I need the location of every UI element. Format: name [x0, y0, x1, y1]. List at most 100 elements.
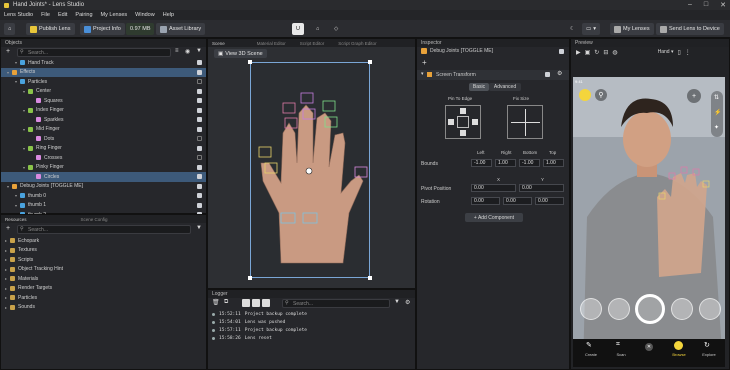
add-object-icon[interactable]: +	[6, 48, 10, 55]
filter-icon[interactable]: ▼	[196, 225, 202, 231]
tree-item-checkbox[interactable]	[197, 155, 202, 160]
objects-search-input[interactable]: Search...	[17, 48, 171, 57]
tree-item[interactable]: Crosses	[1, 153, 206, 163]
device-dropdown[interactable]: ▭ ▾	[582, 23, 600, 35]
component-enabled-checkbox[interactable]	[545, 72, 550, 77]
search-icon[interactable]: ⚲	[595, 89, 607, 101]
tree-item-checkbox[interactable]	[197, 193, 202, 198]
lens-carousel-item[interactable]	[608, 298, 630, 320]
scene-canvas[interactable]	[250, 62, 370, 278]
maximize-icon[interactable]: □	[704, 1, 708, 9]
nav-create[interactable]: Create	[579, 352, 603, 357]
tree-item-checkbox[interactable]	[197, 183, 202, 189]
nav-scan[interactable]: Scan	[609, 352, 633, 357]
menu-lens-studio[interactable]: Lens Studio	[4, 12, 33, 18]
tree-item[interactable]: ▾ Debug Joints [TOGGLE ME]	[1, 182, 206, 192]
home-scene-button[interactable]: ⌂	[312, 23, 323, 35]
tree-item-checkbox[interactable]	[197, 88, 202, 94]
tree-item[interactable]: Dots	[1, 134, 206, 144]
tree-item-checkbox[interactable]	[197, 126, 202, 132]
my-lenses-button[interactable]: My Lenses	[610, 23, 654, 35]
tree-item-checkbox[interactable]	[197, 164, 202, 170]
bounds-top-field[interactable]: 1.00	[543, 159, 564, 167]
add-icon[interactable]: +	[422, 58, 427, 67]
resource-folder[interactable]: ▸ Echopark	[1, 236, 206, 246]
component-header[interactable]: ▾ Screen Transform ⚙	[417, 70, 569, 80]
info-filter-icon[interactable]	[242, 299, 250, 307]
tab-resources[interactable]: Resources	[5, 217, 27, 222]
pivot-marker[interactable]	[305, 167, 313, 175]
tree-item[interactable]: ▾ Center	[1, 87, 206, 97]
menu-file[interactable]: File	[41, 12, 50, 18]
resize-handle[interactable]	[368, 60, 372, 64]
tree-item[interactable]: ▾ Particles	[1, 77, 206, 87]
lens-carousel-item[interactable]	[671, 298, 693, 320]
eye-icon[interactable]: ◉	[185, 48, 190, 55]
flash-icon[interactable]: ⚡	[714, 109, 721, 116]
nav-browse[interactable]: Browse	[667, 352, 691, 357]
pin-to-edge-widget[interactable]	[445, 105, 481, 139]
resize-handle[interactable]	[248, 60, 252, 64]
tab-script-graph-editor[interactable]: Script Graph Editor	[338, 41, 376, 46]
view-3d-scene-button[interactable]: ▣ View 3D Scene	[214, 49, 267, 58]
publish-lens-button[interactable]: Publish Lens	[26, 23, 75, 35]
tree-item[interactable]: Circles	[1, 172, 206, 182]
tree-item[interactable]: ▾ thumb 1	[1, 201, 206, 211]
gear-icon[interactable]: ⚙	[557, 70, 562, 77]
play-icon[interactable]: ▶	[576, 49, 581, 56]
tree-item-checkbox[interactable]	[197, 60, 202, 65]
preview-toggle-button[interactable]: ◇	[330, 23, 342, 35]
snap-button[interactable]: U	[292, 23, 304, 35]
tab-scene-config[interactable]: Scene Config	[81, 217, 108, 222]
inspector-object-name[interactable]: Debug Joints [TOGGLE ME]	[430, 48, 493, 54]
tree-item-checkbox[interactable]	[197, 69, 202, 75]
add-component-button[interactable]: + Add Component	[465, 213, 523, 222]
preview-dropdown[interactable]: Hand ▾	[658, 49, 674, 55]
rotation-z-field[interactable]: 0.00	[535, 197, 564, 205]
bounds-bottom-field[interactable]: -1.00	[519, 159, 540, 167]
resize-handle[interactable]	[248, 276, 252, 280]
lens-carousel-item[interactable]	[699, 298, 721, 320]
pivot-y-field[interactable]: 0.00	[519, 184, 564, 192]
tree-item[interactable]: ▾ Hand Track	[1, 58, 206, 68]
logger-search-input[interactable]: Search...	[282, 299, 390, 308]
resource-folder[interactable]: ▸ Object Tracking Hint	[1, 265, 206, 275]
bitmoji-avatar[interactable]	[579, 89, 591, 101]
tree-item[interactable]: ▾ Ring Finger	[1, 144, 206, 154]
more-icon[interactable]: ⋮	[685, 49, 691, 56]
browse-icon[interactable]	[674, 341, 683, 350]
tree-item-checkbox[interactable]	[197, 136, 202, 141]
pivot-x-field[interactable]: 0.00	[471, 184, 516, 192]
menu-pairing[interactable]: Pairing	[75, 12, 92, 18]
tree-item-checkbox[interactable]	[197, 174, 202, 179]
tree-item[interactable]: ▾ Effects	[1, 67, 206, 77]
menu-window[interactable]: Window	[135, 12, 155, 18]
resource-folder[interactable]: ▸ Render Targets	[1, 284, 206, 294]
reset-icon[interactable]: ↻	[594, 49, 599, 56]
tab-basic[interactable]: Basic	[469, 83, 489, 91]
tree-item-checkbox[interactable]	[197, 202, 202, 208]
tree-item-checkbox[interactable]	[197, 98, 202, 103]
error-filter-icon[interactable]	[262, 299, 270, 307]
filter-icon[interactable]: ▼	[394, 299, 400, 305]
copy-icon[interactable]: ⧉	[224, 299, 228, 306]
explore-icon[interactable]: ↻	[704, 341, 710, 349]
tree-item-checkbox[interactable]	[197, 107, 202, 113]
resource-folder[interactable]: ▸ Sounds	[1, 303, 206, 313]
resize-handle[interactable]	[368, 276, 372, 280]
project-info-button[interactable]: Project Info	[80, 23, 125, 35]
mic-icon[interactable]: ◍	[612, 49, 617, 56]
close-icon[interactable]: ✕	[645, 343, 653, 351]
create-icon[interactable]: ✎	[586, 341, 592, 349]
split-icon[interactable]: ⊟	[603, 49, 608, 56]
camera-icon[interactable]: ▣	[585, 49, 591, 56]
menu-edit[interactable]: Edit	[58, 12, 67, 18]
tab-material-editor[interactable]: Material Editor	[257, 41, 286, 46]
flip-camera-icon[interactable]: ⇅	[714, 94, 719, 101]
fix-size-widget[interactable]	[507, 105, 543, 139]
add-resource-icon[interactable]: +	[6, 225, 10, 232]
tree-item[interactable]: ▾ Index Finger	[1, 106, 206, 116]
asset-library-button[interactable]: Asset Library	[156, 23, 206, 35]
rotation-y-field[interactable]: 0.00	[503, 197, 532, 205]
tab-script-editor[interactable]: Script Editor	[300, 41, 325, 46]
